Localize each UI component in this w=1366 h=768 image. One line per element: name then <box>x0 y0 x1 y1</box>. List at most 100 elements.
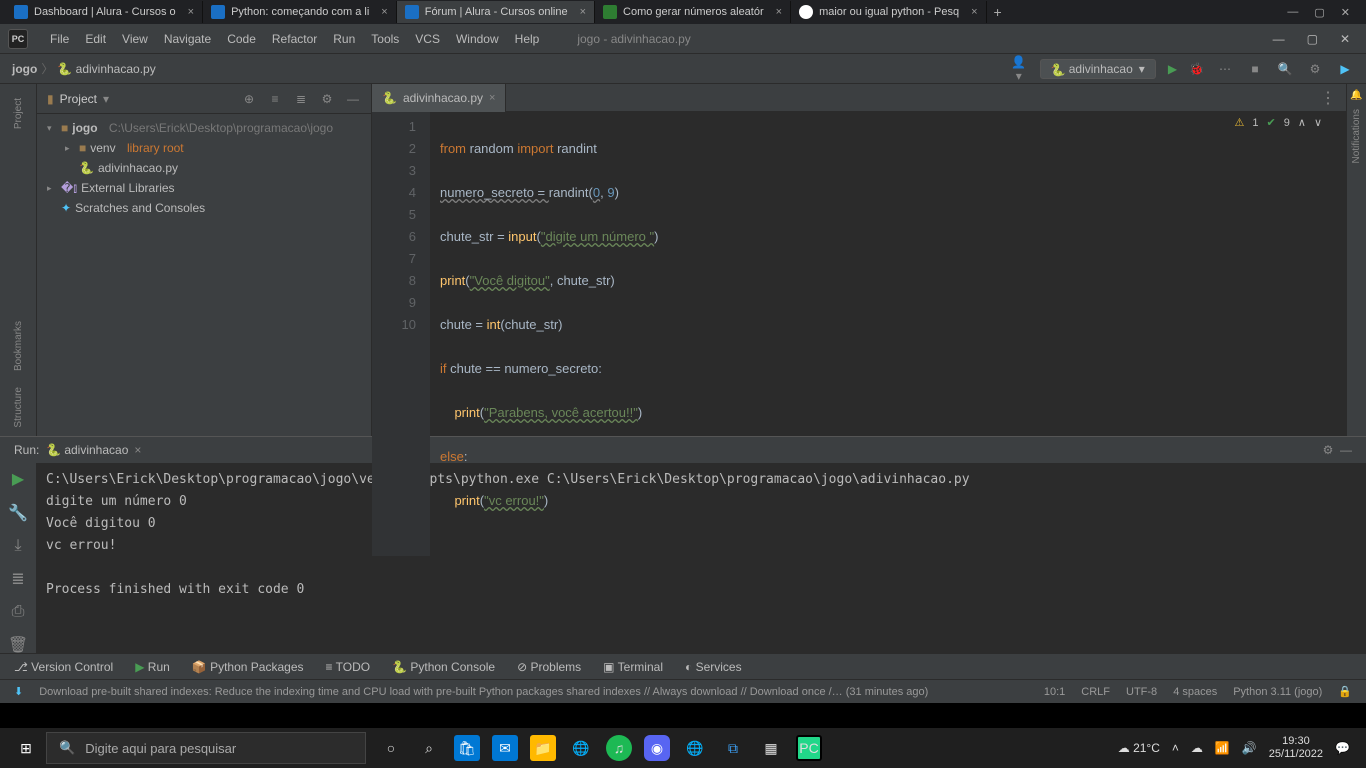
browser-tab[interactable]: Dashboard | Alura - Cursos o× <box>6 1 203 23</box>
menu-tools[interactable]: Tools <box>363 32 407 46</box>
explorer-icon[interactable]: 📁 <box>530 735 556 761</box>
discord-icon[interactable]: ◉ <box>644 735 670 761</box>
chevron-down-icon[interactable]: ▾ <box>103 92 109 106</box>
chrome-icon[interactable]: 🌐 <box>568 735 594 761</box>
menu-file[interactable]: File <box>42 32 77 46</box>
spotify-icon[interactable]: ♫ <box>606 735 632 761</box>
tool-version-control[interactable]: ⎇ Version Control <box>14 660 113 674</box>
editor-tab[interactable]: 🐍 adivinhacao.py × <box>372 84 506 112</box>
tree-file[interactable]: 🐍 adivinhacao.py <box>37 158 371 178</box>
breadcrumb[interactable]: 🐍 adivinhacao.py <box>57 62 155 76</box>
tool-tab-notifications[interactable]: Notifications <box>1349 101 1364 171</box>
project-tree[interactable]: ▾■ jogo C:\Users\Erick\Desktop\programac… <box>37 114 371 222</box>
tray-wifi-icon[interactable]: 📶 <box>1215 741 1230 755</box>
pycharm-taskbar-icon[interactable]: PC <box>796 735 822 761</box>
breadcrumb[interactable]: jogo <box>12 62 37 76</box>
close-icon[interactable]: × <box>375 6 387 18</box>
run-button[interactable]: ▶ <box>1168 62 1177 76</box>
chevron-down-icon[interactable]: ∨ <box>1314 116 1322 129</box>
close-icon[interactable]: × <box>489 92 495 104</box>
status-interpreter[interactable]: Python 3.11 (jogo) <box>1233 686 1322 698</box>
close-icon[interactable]: × <box>134 443 141 457</box>
browser-tab[interactable]: Como gerar números aleatór× <box>595 1 791 23</box>
chrome-icon-2[interactable]: 🌐 <box>682 735 708 761</box>
menu-view[interactable]: View <box>114 32 156 46</box>
more-run-icon[interactable]: ⋯ <box>1216 62 1234 76</box>
tool-python-packages[interactable]: 📦 Python Packages <box>192 660 304 674</box>
tray-chevron-icon[interactable]: ˄ <box>1172 741 1179 755</box>
learn-icon[interactable]: ▶ <box>1336 62 1354 76</box>
minimize-icon[interactable]: ― <box>1273 32 1285 46</box>
layout-icon[interactable]: ≣ <box>11 569 24 589</box>
menu-refactor[interactable]: Refactor <box>264 32 325 46</box>
editor-inspection-indicators[interactable]: ⚠1 ✔9 ∧ ∨ <box>1235 116 1322 129</box>
download-icon[interactable]: ⬇ <box>14 685 23 698</box>
menu-help[interactable]: Help <box>507 32 548 46</box>
notifications-bell-icon[interactable]: 🔔 <box>1350 90 1362 101</box>
tree-root[interactable]: ▾■ jogo C:\Users\Erick\Desktop\programac… <box>37 118 371 138</box>
maximize-icon[interactable]: ▢ <box>1314 6 1324 19</box>
trash-icon[interactable]: 🗑 <box>8 635 28 655</box>
cortana-icon[interactable]: ⌕ <box>416 735 442 761</box>
collapse-all-icon[interactable]: ≣ <box>293 92 309 106</box>
store-icon[interactable]: 🛍 <box>454 735 480 761</box>
stop-button[interactable]: ■ <box>1246 62 1264 76</box>
status-charset[interactable]: UTF-8 <box>1126 686 1157 698</box>
tree-external-libraries[interactable]: ▸�⫾ External Libraries <box>37 178 371 198</box>
select-opened-icon[interactable]: ⊕ <box>241 92 257 106</box>
rerun-button[interactable]: ▶ <box>12 469 24 489</box>
debug-button[interactable]: 🐞 <box>1189 62 1204 76</box>
user-icon[interactable]: 👤▾ <box>1010 55 1028 83</box>
tray-clock[interactable]: 19:30 25/11/2022 <box>1269 735 1323 761</box>
browser-tab-active[interactable]: Fórum | Alura - Cursos online× <box>397 1 595 23</box>
status-caret-pos[interactable]: 10:1 <box>1044 686 1065 698</box>
tool-tab-project[interactable]: Project <box>11 90 26 137</box>
maximize-icon[interactable]: ▢ <box>1307 32 1318 46</box>
menu-vcs[interactable]: VCS <box>407 32 448 46</box>
menu-code[interactable]: Code <box>219 32 264 46</box>
menu-edit[interactable]: Edit <box>77 32 114 46</box>
taskbar-search[interactable]: 🔍 Digite aqui para pesquisar <box>46 732 366 764</box>
tray-onedrive-icon[interactable]: ☁ <box>1191 741 1203 755</box>
weather-widget[interactable]: ☁ 21°C <box>1118 741 1160 755</box>
close-icon[interactable]: × <box>574 6 586 18</box>
code-content[interactable]: from random import randint numero_secret… <box>430 112 1346 556</box>
start-button[interactable]: ⊞ <box>6 740 46 757</box>
code-editor[interactable]: 12345678910 from random import randint n… <box>372 112 1346 556</box>
tool-python-console[interactable]: 🐍 Python Console <box>392 660 495 674</box>
tool-services[interactable]: ◐ Services <box>685 660 742 674</box>
tray-volume-icon[interactable]: 🔊 <box>1242 741 1257 755</box>
close-icon[interactable]: × <box>965 6 977 18</box>
browser-tab[interactable]: maior ou igual python - Pesq× <box>791 1 986 23</box>
chevron-up-icon[interactable]: ∧ <box>1298 116 1306 129</box>
task-view-icon[interactable]: ○ <box>378 735 404 761</box>
status-line-sep[interactable]: CRLF <box>1081 686 1110 698</box>
menu-navigate[interactable]: Navigate <box>156 32 219 46</box>
down-icon[interactable]: ⤓ <box>14 537 21 555</box>
lock-icon[interactable]: 🔒 <box>1338 685 1352 698</box>
close-icon[interactable]: ✕ <box>1341 6 1350 19</box>
tool-todo[interactable]: ≡ TODO <box>326 660 371 674</box>
tree-scratches[interactable]: ✦ Scratches and Consoles <box>37 198 371 218</box>
tree-venv[interactable]: ▸■ venv library root <box>37 138 371 158</box>
status-message[interactable]: Download pre-built shared indexes: Reduc… <box>39 686 928 698</box>
close-icon[interactable]: ✕ <box>1340 32 1350 46</box>
menu-window[interactable]: Window <box>448 32 507 46</box>
status-indent[interactable]: 4 spaces <box>1173 686 1217 698</box>
gear-icon[interactable]: ⚙ <box>319 92 335 106</box>
search-icon[interactable]: 🔍 <box>1276 62 1294 76</box>
close-icon[interactable]: × <box>182 6 194 18</box>
print-icon[interactable]: ⎙ <box>12 603 25 621</box>
minimize-icon[interactable]: ― <box>1287 6 1298 19</box>
editor-tabs-menu-icon[interactable]: ⋮ <box>1310 88 1346 108</box>
wrench-icon[interactable]: 🔧 <box>8 503 28 523</box>
tool-problems[interactable]: ⊘ Problems <box>517 660 581 674</box>
vscode-icon[interactable]: ⧉ <box>720 735 746 761</box>
hide-icon[interactable]: ― <box>345 92 361 106</box>
run-config-selector[interactable]: 🐍 adivinhacao ▾ <box>1040 59 1156 79</box>
new-tab-button[interactable]: + <box>987 4 1009 20</box>
expand-all-icon[interactable]: ≡ <box>267 92 283 106</box>
tool-tab-bookmarks[interactable]: Bookmarks <box>11 313 26 379</box>
tool-terminal[interactable]: ▣ Terminal <box>603 660 663 674</box>
close-icon[interactable]: × <box>770 6 782 18</box>
